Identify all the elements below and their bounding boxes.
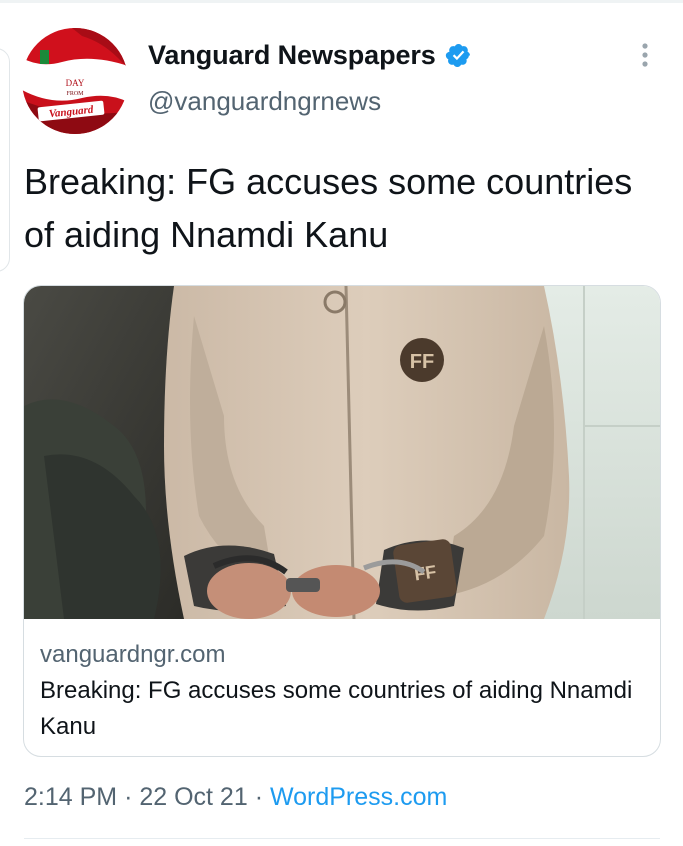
account-handle[interactable]: @vanguardngrnews: [148, 86, 381, 117]
link-card-domain: vanguardngr.com: [40, 641, 226, 668]
more-vertical-icon[interactable]: [633, 40, 657, 70]
verified-badge-icon: [445, 43, 470, 67]
avatar[interactable]: HAPPY INDEPENDENCE DAY FROM Vanguard: [22, 28, 128, 134]
bottom-divider: [24, 838, 660, 839]
tweet-meta: 2:14 PM · 22 Oct 21 · WordPress.com: [24, 783, 447, 812]
previous-panel-edge: [0, 48, 10, 272]
meta-separator: ·: [254, 783, 264, 811]
display-name[interactable]: Vanguard Newspapers: [148, 40, 436, 71]
svg-text:INDEPENDENCE: INDEPENDENCE: [48, 69, 101, 77]
name-row: Vanguard Newspapers: [148, 38, 472, 72]
svg-text:FROM: FROM: [66, 91, 84, 97]
tweet-source-link[interactable]: WordPress.com: [270, 783, 447, 811]
svg-text:FF: FF: [410, 351, 434, 373]
tweet-text: Breaking: FG accuses some countries of a…: [24, 161, 633, 255]
svg-text:DAY: DAY: [66, 78, 85, 88]
tweet-time[interactable]: 2:14 PM: [24, 783, 117, 811]
tweet-date[interactable]: 22 Oct 21: [139, 783, 247, 811]
link-card[interactable]: FF FF vanguardngr.com Breaking: FG accus…: [23, 285, 661, 757]
link-card-title: Breaking: FG accuses some countries of a…: [40, 677, 633, 740]
link-card-image[interactable]: FF FF: [24, 286, 660, 619]
meta-separator: ·: [124, 783, 133, 811]
top-divider: [0, 0, 683, 3]
